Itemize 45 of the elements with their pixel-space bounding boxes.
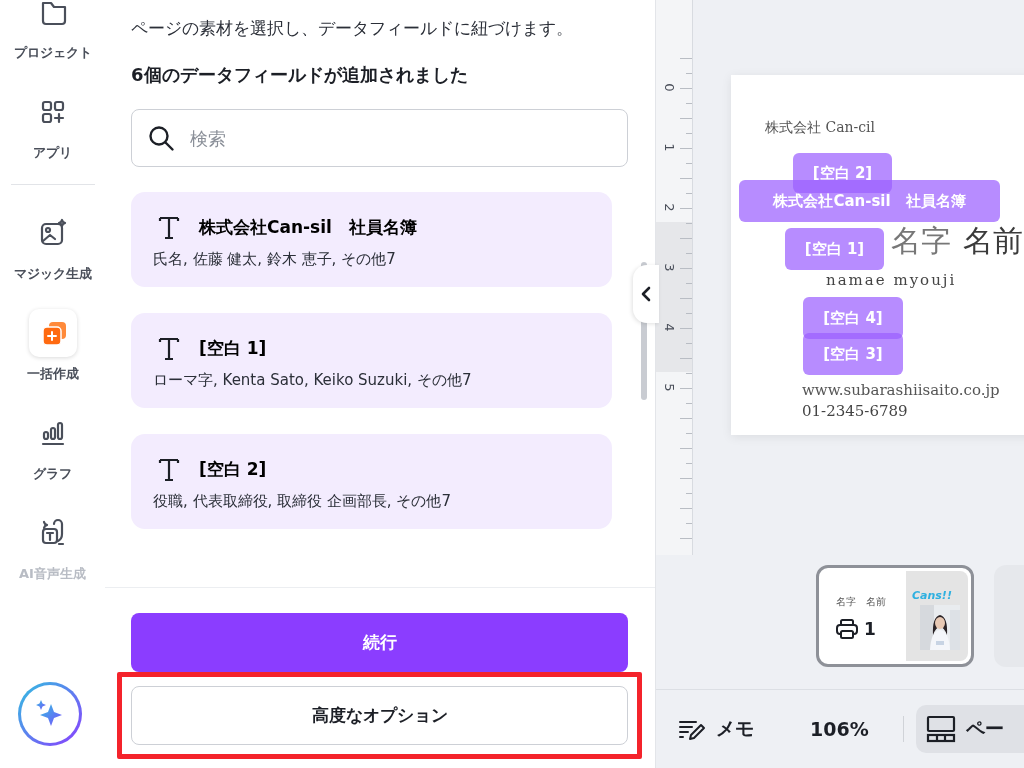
field-title: [空白 1] bbox=[199, 336, 267, 360]
card-text: www.subarashiisaito.co.jp bbox=[802, 381, 1000, 399]
field-title: [空白 2] bbox=[199, 457, 267, 481]
sidebar-item[interactable]: プロジェクト bbox=[0, 0, 105, 62]
logo-text: Cans!! bbox=[912, 589, 952, 602]
field-values: 役職, 代表取締役, 取締役 企画部長, その他7 bbox=[153, 492, 452, 511]
text-icon bbox=[157, 214, 181, 240]
collapse-button[interactable] bbox=[633, 265, 659, 323]
card-text: 01-2345-6789 bbox=[802, 402, 908, 420]
ruler-number: 4 bbox=[661, 322, 677, 334]
data-field-card[interactable]: [空白 2] 役職, 代表取締役, 取締役 企画部長, その他7 bbox=[131, 434, 612, 529]
ruler-number: 2 bbox=[661, 202, 677, 214]
grid-layout-icon bbox=[925, 715, 956, 743]
ruler-number: 5 bbox=[661, 382, 677, 394]
section-heading: 6個のデータフィールドが追加されました bbox=[131, 63, 469, 87]
field-values: ローマ字, Kenta Sato, Keiko Suzuki, その他7 bbox=[153, 371, 473, 390]
printer-icon bbox=[836, 619, 858, 639]
page-number: 1 bbox=[864, 619, 876, 639]
page-thumbnail[interactable]: 名字 名前 1 Cans!! bbox=[816, 565, 974, 667]
description-text: ページの素材を選択し、データフィールドに紐づけます。 bbox=[131, 17, 574, 40]
pages-button[interactable]: ペー bbox=[915, 705, 1024, 753]
thumbnail-text: 名字 名前 bbox=[836, 595, 886, 609]
sidebar-item[interactable]: グラフ bbox=[0, 409, 105, 483]
search-field[interactable]: 検索 bbox=[131, 109, 628, 167]
ruler-number: 1 bbox=[661, 142, 677, 154]
continue-button[interactable]: 続行 bbox=[131, 613, 628, 672]
zoom-level: 106% bbox=[810, 718, 869, 740]
text-icon bbox=[157, 335, 181, 361]
text-icon bbox=[157, 456, 181, 482]
options-button[interactable]: 高度なオプション bbox=[131, 686, 628, 745]
ruler-number: 0 bbox=[661, 82, 677, 94]
card-text: namae myouji bbox=[826, 271, 957, 289]
sidebar-item[interactable]: 一括作成 bbox=[0, 309, 105, 383]
field-values: 氏名, 佐藤 健太, 鈴木 恵子, その他7 bbox=[153, 250, 397, 269]
field-title: 株式会社Can-sil 社員名簿 bbox=[199, 215, 417, 239]
card-text: 名字 bbox=[891, 222, 951, 260]
card-text: 名前 bbox=[963, 222, 1023, 260]
sidebar-item[interactable]: マジック生成 bbox=[0, 209, 105, 283]
chevron-left-icon bbox=[641, 286, 651, 302]
data-field-card[interactable]: [空白 1] ローマ字, Kenta Sato, Keiko Suzuki, その他7 bbox=[131, 313, 612, 408]
ruler-number: 3 bbox=[661, 262, 677, 274]
data-field-card[interactable]: 株式会社Can-sil 社員名簿 氏名, 佐藤 健太, 鈴木 恵子, その他7 bbox=[131, 192, 612, 287]
sidebar-item[interactable]: アプリ bbox=[0, 88, 105, 162]
card-text: 株式会社 Can-cil bbox=[765, 119, 876, 137]
notes-button[interactable]: メモ bbox=[678, 716, 754, 742]
